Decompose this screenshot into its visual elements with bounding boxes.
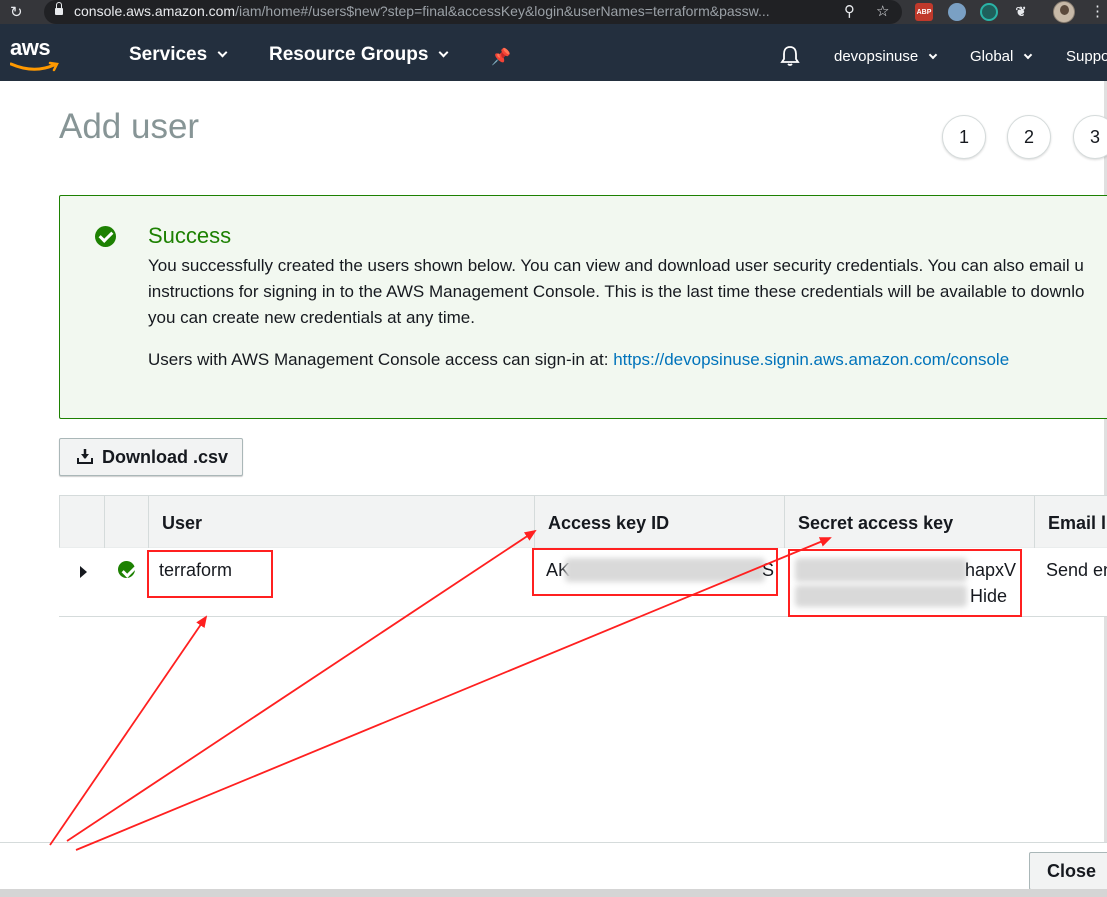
signin-url-line: Users with AWS Management Console access… (148, 350, 1009, 370)
signin-url-link[interactable]: https://devopsinuse.signin.aws.amazon.co… (613, 350, 1009, 369)
pin-icon[interactable]: 📌 (491, 47, 511, 66)
wizard-step-3[interactable]: 3 (1073, 115, 1107, 159)
send-email-link[interactable]: Send en (1046, 560, 1107, 581)
header-access-key-id[interactable]: Access key ID (534, 496, 784, 548)
table-header: User Access key ID Secret access key Ema… (59, 495, 1107, 548)
annotation-box-user (147, 550, 273, 598)
success-title: Success (148, 223, 232, 248)
footer-edge (0, 889, 1107, 897)
header-secret-access-key[interactable]: Secret access key (784, 496, 1034, 548)
expand-row-icon[interactable] (80, 566, 87, 578)
signin-label: Users with AWS Management Console access… (148, 350, 609, 369)
success-message-line: you can create new credentials at any ti… (148, 308, 475, 327)
extension-teal-icon[interactable] (980, 3, 998, 21)
support-menu[interactable]: Suppo (1066, 48, 1107, 65)
success-message: You successfully created the users shown… (148, 253, 1107, 331)
row-success-check-icon (118, 561, 135, 578)
resource-groups-menu[interactable]: Resource Groups (269, 44, 449, 66)
annotation-box-access-key (532, 548, 778, 596)
adblock-extension-icon[interactable]: ABP (915, 3, 933, 21)
chevron-down-icon (1024, 50, 1033, 60)
account-menu[interactable]: devopsinuse (834, 48, 938, 65)
chevron-down-icon (217, 47, 228, 58)
annotation-box-secret-key (788, 549, 1022, 617)
region-menu[interactable]: Global (970, 48, 1033, 65)
browser-toolbar: ↻ console.aws.amazon.com/iam/home#/users… (0, 0, 1107, 24)
chevron-down-icon (928, 50, 938, 60)
success-alert: Success You successfully created the use… (59, 195, 1107, 419)
reload-icon[interactable]: ↻ (10, 3, 23, 21)
download-csv-button[interactable]: Download .csv (59, 438, 243, 476)
header-email[interactable]: Email l (1034, 496, 1107, 548)
address-bar[interactable]: console.aws.amazon.com/iam/home#/users$n… (44, 0, 902, 24)
wizard-step-2[interactable]: 2 (1007, 115, 1051, 159)
download-csv-label: Download .csv (102, 447, 229, 467)
chevron-down-icon (438, 47, 449, 58)
aws-top-nav: aws Services Resource Groups 📌 devopsinu… (0, 24, 1107, 81)
aws-logo[interactable]: aws (10, 37, 51, 59)
success-message-line: instructions for signing in to the AWS M… (148, 282, 1085, 301)
bookmark-star-icon[interactable]: ☆ (876, 2, 889, 20)
lock-icon (55, 2, 63, 15)
extension-bird-icon[interactable]: ❦ (1012, 3, 1030, 21)
success-message-line: You successfully created the users shown… (148, 256, 1084, 275)
download-icon (77, 449, 93, 464)
bell-icon[interactable] (780, 45, 800, 67)
browser-menu-icon[interactable]: ⋮ (1090, 2, 1105, 20)
aws-smile-icon (10, 61, 59, 72)
services-menu[interactable]: Services (129, 44, 228, 66)
header-user[interactable]: User (148, 496, 534, 548)
zoom-icon[interactable]: ⚲ (844, 2, 855, 20)
profile-avatar[interactable] (1053, 1, 1075, 23)
annotation-arrow-user (49, 615, 208, 846)
header-status-col (104, 496, 149, 548)
success-check-icon (95, 226, 116, 247)
page-title: Add user (59, 107, 200, 146)
url-text: console.aws.amazon.com/iam/home#/users$n… (74, 3, 770, 19)
wizard-step-1[interactable]: 1 (942, 115, 986, 159)
extension-circle-icon[interactable] (948, 3, 966, 21)
close-button[interactable]: Close (1029, 852, 1107, 890)
